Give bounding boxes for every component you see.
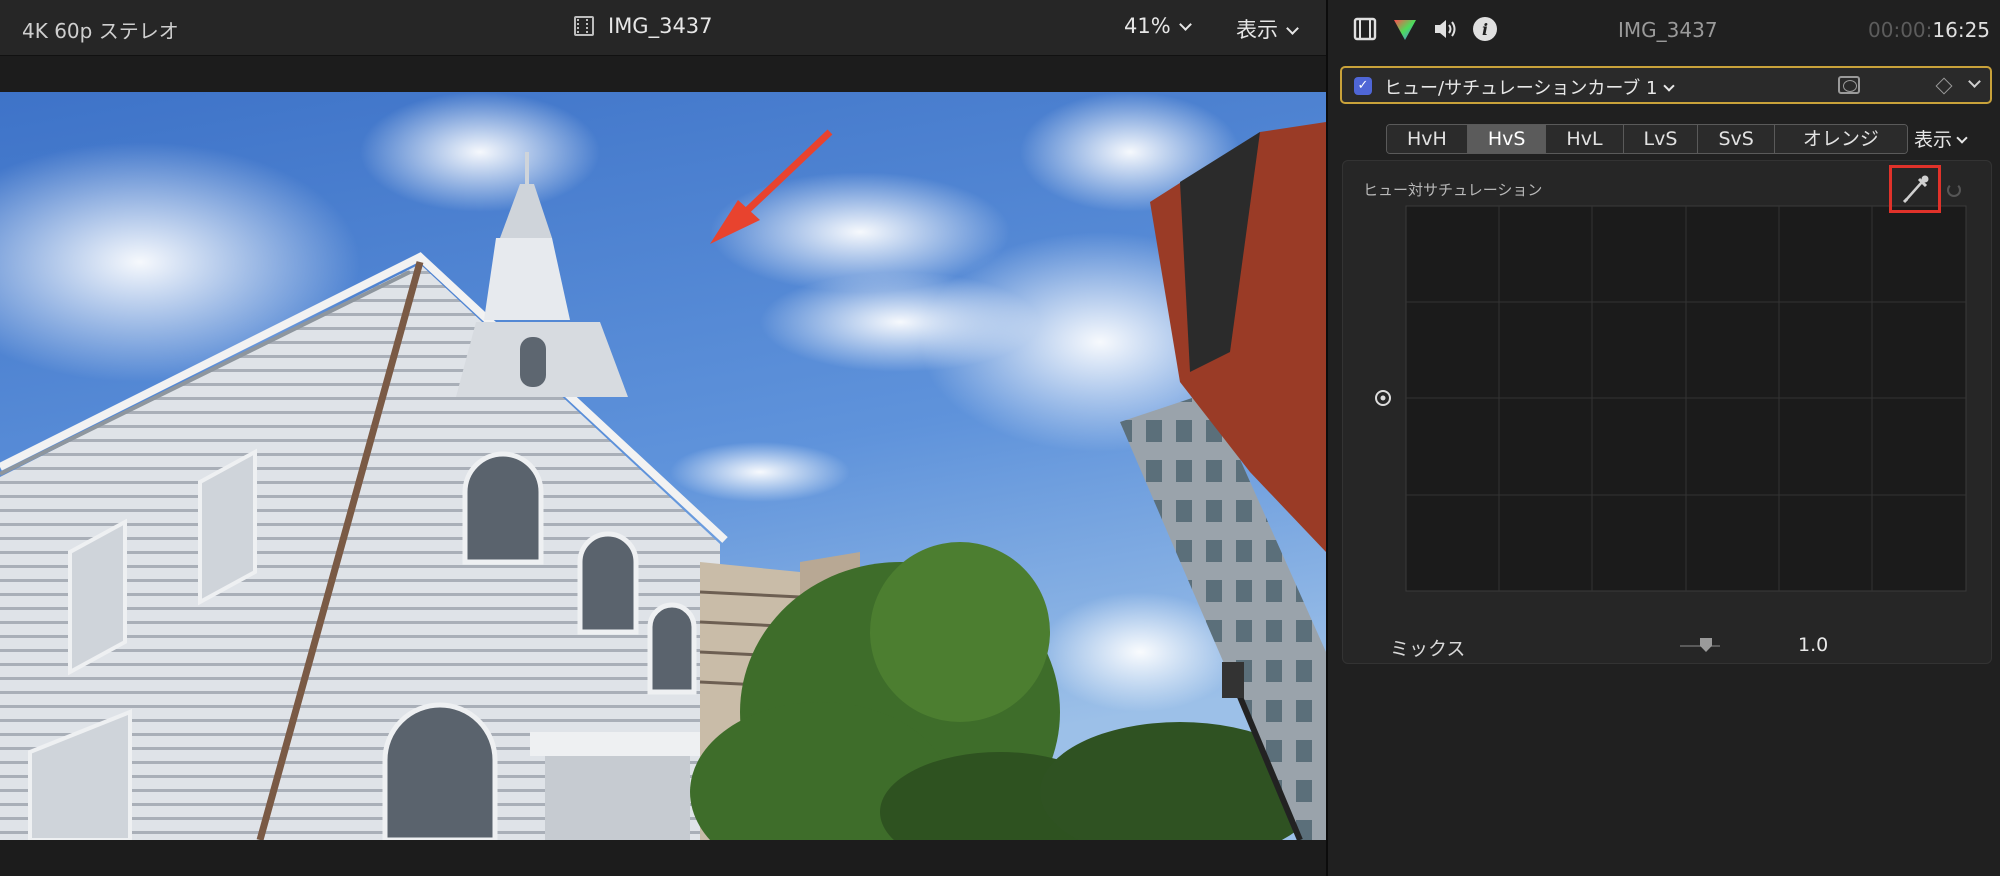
- tab-lvs[interactable]: LvS: [1623, 125, 1699, 153]
- chevron-down-icon: [1286, 22, 1299, 35]
- viewer-toolbar: 4K 60p ステレオ IMG_3437 41% 表示: [0, 0, 1326, 56]
- tab-hvh[interactable]: HvH: [1387, 125, 1468, 153]
- chevron-down-icon: [1956, 132, 1968, 144]
- curve-tabs: HvH HvS HvL LvS SvS オレンジ: [1386, 124, 1908, 154]
- curve-graph[interactable]: [1343, 161, 1993, 665]
- effect-menu-button[interactable]: [1968, 75, 1981, 94]
- mix-value[interactable]: 1.0: [1798, 634, 1828, 656]
- effect-name[interactable]: ヒュー/サチュレーションカーブ 1: [1384, 74, 1676, 100]
- video-frame[interactable]: [0, 92, 1326, 840]
- viewer-view-menu[interactable]: 表示: [1236, 14, 1299, 44]
- keyframe-icon[interactable]: [1935, 77, 1953, 95]
- chevron-down-icon: [1968, 75, 1981, 88]
- inspector-toolbar: i IMG_3437 00:00:16:25: [1328, 0, 2000, 58]
- video-image: [0, 92, 1326, 840]
- eyedropper-icon[interactable]: [1892, 168, 1938, 210]
- chevron-down-icon: [1178, 18, 1192, 31]
- mix-label: ミックス: [1390, 638, 1466, 660]
- film-icon[interactable]: [1352, 16, 1378, 42]
- tab-hvs[interactable]: HvS: [1467, 125, 1547, 153]
- eyedropper-highlight: [1889, 165, 1941, 213]
- svg-text:i: i: [1482, 20, 1488, 39]
- zoom-value: 41%: [1124, 14, 1171, 38]
- curve-panel: ヒュー対サチュレーション: [1342, 160, 1992, 664]
- effect-enable-checkbox[interactable]: ✓: [1354, 77, 1372, 95]
- viewer-footer: [0, 840, 1326, 876]
- timecode: 00:00:16:25: [1868, 18, 1991, 42]
- viewer: 4K 60p ステレオ IMG_3437 41% 表示: [0, 0, 1326, 876]
- inspector-clip-name: IMG_3437: [1618, 18, 1718, 42]
- tabs-view-menu[interactable]: 表示: [1914, 125, 1968, 152]
- tab-orange[interactable]: オレンジ: [1774, 125, 1907, 153]
- format-label: 4K 60p ステレオ: [22, 19, 179, 43]
- tab-hvl[interactable]: HvL: [1546, 125, 1624, 153]
- audio-icon[interactable]: [1432, 16, 1458, 42]
- viewer-clip-title: IMG_3437: [574, 14, 713, 38]
- inspector: i IMG_3437 00:00:16:25 ✓ ヒュー/サチュレーションカーブ…: [1326, 0, 2000, 876]
- clip-name: IMG_3437: [608, 14, 713, 38]
- reset-icon[interactable]: [1947, 183, 1961, 197]
- tab-svs[interactable]: SvS: [1698, 125, 1775, 153]
- effect-header[interactable]: ✓ ヒュー/サチュレーションカーブ 1: [1340, 66, 1992, 104]
- film-icon: [574, 16, 594, 36]
- mix-slider-thumb[interactable]: [1700, 638, 1712, 652]
- view-menu-label: 表示: [1236, 18, 1278, 42]
- info-icon[interactable]: i: [1472, 16, 1498, 42]
- zoom-menu[interactable]: 41%: [1124, 14, 1192, 38]
- mask-icon[interactable]: [1838, 76, 1860, 94]
- mix-row: ミックス 1.0: [1342, 628, 1992, 664]
- chevron-down-icon: [1663, 80, 1676, 92]
- color-icon[interactable]: [1392, 16, 1418, 42]
